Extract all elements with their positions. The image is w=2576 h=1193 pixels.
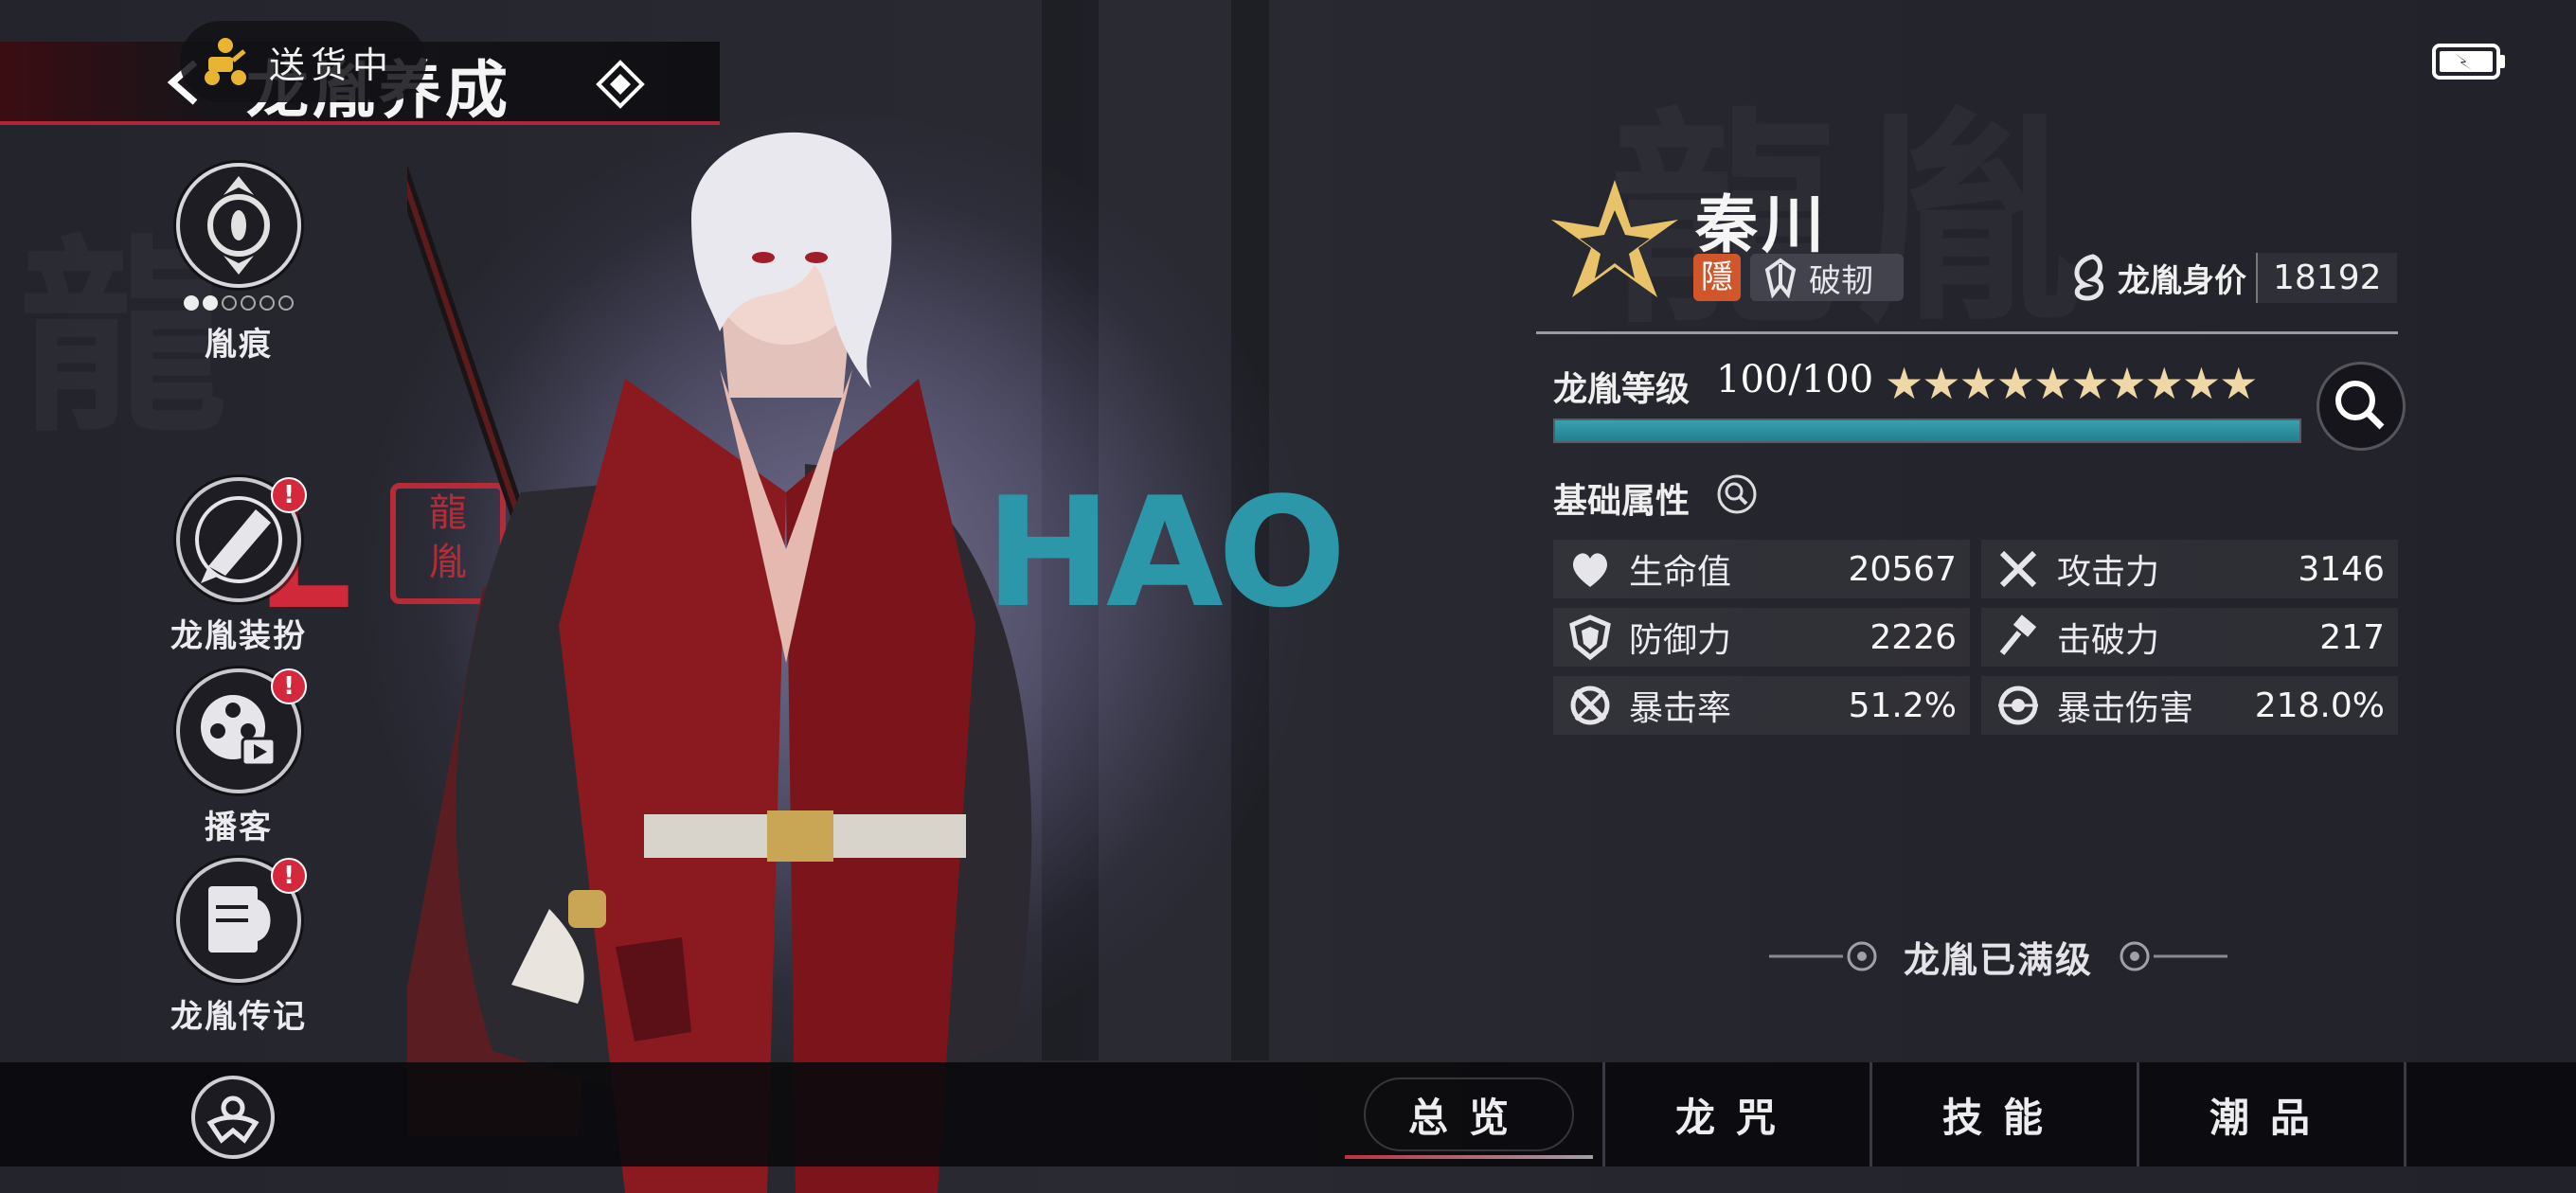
level-value: 100/100 <box>1716 358 1874 401</box>
stat-defense-value: 2226 <box>1869 617 1957 657</box>
stat-hp-value: 20567 <box>1848 549 1957 589</box>
tab-overview[interactable]: 总览 <box>1335 1062 1605 1166</box>
worth-label: 龙胤身价 <box>2118 261 2246 300</box>
nav-podcast[interactable]: ! 播客 <box>134 668 343 847</box>
biography-alert-badge: ! <box>271 858 307 894</box>
heart-icon <box>1572 553 1608 587</box>
attributes-info-icon[interactable] <box>1716 473 1758 515</box>
dragon-worth-icon <box>2074 254 2103 301</box>
stat-crit-damage-value: 218.0% <box>2254 686 2385 725</box>
nav-biography[interactable]: ! 龙胤传记 <box>134 858 343 1037</box>
tab-dragon-curse[interactable]: 龙咒 <box>1602 1062 1872 1166</box>
stat-crit-rate: 暴击率 51.2% <box>1553 676 1970 735</box>
ornament-left-icon <box>1768 941 1877 971</box>
nav-yinhen-label: 胤痕 <box>205 326 273 364</box>
stat-break: 击破力 217 <box>1981 608 2398 667</box>
type-tag-label: 破韧 <box>1809 261 1873 300</box>
level-stars: ★★★★★★★★★★ <box>1885 358 2258 409</box>
podcast-button: ! <box>176 668 307 793</box>
xp-progress-fill <box>1555 420 2299 441</box>
faction-seal-icon: 隱 <box>1693 254 1741 301</box>
type-tag: 破韧 <box>1750 254 1904 301</box>
level-detail-button[interactable] <box>2317 362 2406 451</box>
nav-costume[interactable]: ! 龙胤装扮 <box>134 477 343 656</box>
stat-attack-value: 3146 <box>2298 549 2385 589</box>
character-name: 秦川 <box>1695 187 1828 261</box>
nav-costume-label: 龙胤装扮 <box>170 617 307 655</box>
stat-crit-damage-name: 暴击伤害 <box>2057 689 2194 728</box>
nav-yinhen[interactable]: 胤痕 <box>134 163 343 365</box>
stat-break-value: 217 <box>2319 617 2385 657</box>
tab-skills[interactable]: 技能 <box>1869 1062 2139 1166</box>
profile-emblem-icon[interactable] <box>186 1070 280 1165</box>
stat-defense: 防御力 2226 <box>1553 608 1970 667</box>
podcast-alert-badge: ! <box>271 668 307 704</box>
delivery-scooter-icon <box>205 38 246 85</box>
eye-rune-icon <box>207 176 270 275</box>
diamond-menu-icon[interactable] <box>595 59 646 110</box>
tab-gear[interactable]: 潮品 <box>2137 1062 2406 1166</box>
stat-attack: 攻击力 3146 <box>1981 540 2398 598</box>
costume-alert-badge: ! <box>271 477 307 513</box>
worth-display: 龙胤身价 18192 <box>2065 252 2397 303</box>
biography-button: ! <box>176 858 307 983</box>
stat-attack-name: 攻击力 <box>2057 553 2160 592</box>
base-attributes-title: 基础属性 <box>1553 482 1690 521</box>
break-type-icon <box>1764 258 1797 298</box>
yinhen-emblem <box>176 163 301 288</box>
stat-crit-damage: 暴击伤害 218.0% <box>1981 676 2398 735</box>
xp-progress-bar <box>1553 418 2301 443</box>
hammer-icon <box>1999 614 2037 655</box>
crossed-swords-icon <box>1999 550 2037 588</box>
nav-podcast-label: 播客 <box>205 809 273 846</box>
stat-crit-rate-name: 暴击率 <box>1629 689 1732 728</box>
shield-icon <box>1569 614 1611 661</box>
crit-rate-icon <box>1570 686 1610 725</box>
worth-value: 18192 <box>2256 252 2397 303</box>
level-label: 龙胤等级 <box>1553 370 1690 409</box>
stat-crit-rate-value: 51.2% <box>1848 686 1957 725</box>
crit-damage-icon <box>1998 686 2038 725</box>
delivery-status-text: 送货中 <box>269 44 395 86</box>
max-level-text: 龙胤已满级 <box>1903 938 2093 981</box>
stat-hp: 生命值 20567 <box>1553 540 1970 598</box>
stat-break-name: 击破力 <box>2057 621 2160 660</box>
element-shuriken-icon <box>1551 180 1678 297</box>
character-illustration <box>407 132 1032 1193</box>
panel-divider <box>1536 331 2398 334</box>
battery-icon <box>2432 44 2505 80</box>
stat-hp-name: 生命值 <box>1629 553 1732 592</box>
max-level-banner: 龙胤已满级 <box>1714 928 2282 985</box>
delivery-status-pill[interactable]: 送货中 <box>180 21 426 102</box>
yinhen-dots <box>134 295 343 311</box>
costume-button: ! <box>176 477 307 602</box>
nav-biography-label: 龙胤传记 <box>170 998 307 1036</box>
ornament-right-icon <box>2120 941 2227 971</box>
stat-defense-name: 防御力 <box>1629 621 1732 660</box>
